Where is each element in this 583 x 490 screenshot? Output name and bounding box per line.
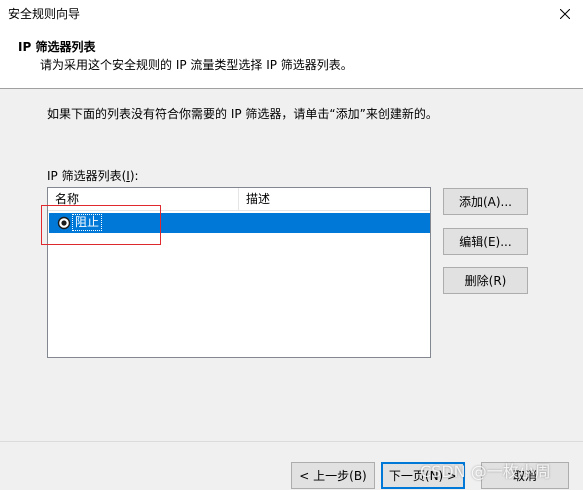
list-header: 名称 描述 [48, 188, 430, 211]
filter-list-label-suffix: ): [129, 169, 139, 183]
page-subtitle: 请为采用这个安全规则的 IP 流量类型选择 IP 筛选器列表。 [40, 58, 353, 72]
back-button-label: < 上一步(B) [299, 469, 367, 483]
table-row[interactable]: 阻止 [49, 213, 430, 233]
ip-filter-list[interactable]: 名称 描述 阻止 [47, 187, 431, 358]
wizard-header: IP 筛选器列表 请为采用这个安全规则的 IP 流量类型选择 IP 筛选器列表。 [0, 28, 583, 89]
cancel-button-label: 取消 [512, 469, 537, 483]
page-title: IP 筛选器列表 [18, 40, 96, 54]
back-button[interactable]: < 上一步(B) [291, 462, 375, 489]
delete-button-label: 删除(R) [464, 274, 507, 288]
window-title: 安全规则向导 [8, 7, 81, 21]
title-bar: 安全规则向导 [0, 0, 583, 28]
footer-divider [0, 441, 583, 442]
edit-button-label: 编辑(E)... [459, 235, 512, 249]
intro-text: 如果下面的列表没有符合你需要的 IP 筛选器，请单击“添加”来创建新的。 [47, 107, 438, 121]
column-header-description[interactable]: 描述 [239, 188, 430, 210]
close-icon [559, 9, 570, 19]
next-button-label: 下一页(N) > [388, 469, 458, 483]
edit-button[interactable]: 编辑(E)... [443, 228, 528, 255]
add-button-label: 添加(A)... [458, 195, 513, 209]
cancel-button[interactable]: 取消 [481, 462, 569, 489]
add-button[interactable]: 添加(A)... [443, 188, 528, 215]
filter-list-label-prefix: IP 筛选器列表( [47, 169, 127, 183]
filter-list-label: IP 筛选器列表(I): [47, 167, 139, 184]
row-name-cell: 阻止 [71, 214, 103, 231]
next-button[interactable]: 下一页(N) > [381, 462, 465, 489]
column-header-name[interactable]: 名称 [48, 188, 239, 210]
filter-list-icon [57, 216, 71, 230]
close-button[interactable] [546, 0, 583, 28]
wizard-window: 安全规则向导 IP 筛选器列表 请为采用这个安全规则的 IP 流量类型选择 IP… [0, 0, 583, 490]
delete-button[interactable]: 删除(R) [443, 267, 528, 294]
